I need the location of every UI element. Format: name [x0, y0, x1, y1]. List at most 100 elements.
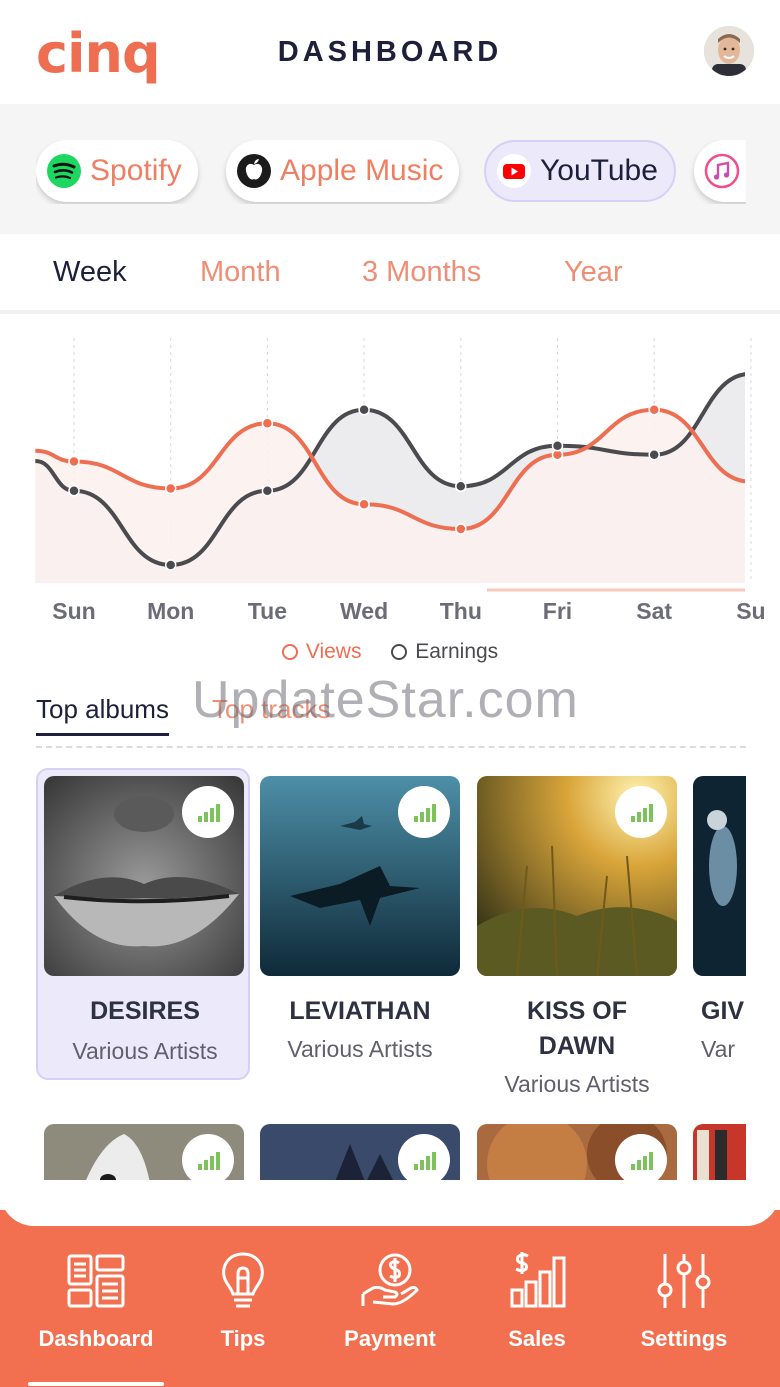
views-point[interactable]: [648, 404, 660, 416]
album-title: KISS OF DAWN: [526, 997, 627, 1060]
x-tick-label: Sun: [52, 598, 95, 624]
tab-top-albums[interactable]: Top albums: [36, 694, 169, 736]
legend-earnings[interactable]: Earnings: [391, 640, 498, 664]
album-card-giv[interactable]: GIV Var: [687, 768, 746, 1080]
x-tick-label: Fri: [543, 598, 572, 624]
user-avatar[interactable]: [704, 26, 754, 76]
album-card-leviathan[interactable]: LEVIATHAN Various Artists: [253, 768, 467, 1080]
album-cover: [260, 1124, 460, 1188]
signal-strength-icon: [615, 786, 667, 838]
albums-grid: DESIRES Various Artists LEVIATHAN Variou…: [36, 768, 746, 1188]
earnings-point[interactable]: [68, 485, 80, 497]
apple-icon: [237, 154, 271, 188]
itunes-icon: [704, 153, 740, 189]
active-nav-indicator: [28, 1382, 164, 1386]
album-cover: [260, 776, 460, 976]
album-cover: [44, 776, 244, 976]
watermark: UpdateStar.com: [192, 671, 579, 729]
payment-icon: [361, 1253, 419, 1306]
legend-earnings-label: Earnings: [415, 640, 499, 663]
bottom-navigation: Dashboard Tips Payment Sales Settings: [0, 1180, 780, 1387]
album-cover: [477, 1124, 677, 1188]
lightbulb-icon: [222, 1252, 264, 1308]
album-cover: [693, 1124, 746, 1188]
legend-views[interactable]: Views: [281, 640, 362, 664]
tab-week[interactable]: Week: [53, 256, 127, 289]
album-card-row2-2[interactable]: [253, 1124, 467, 1188]
nav-label: Dashboard: [38, 1326, 154, 1351]
views-point[interactable]: [455, 523, 467, 535]
signal-strength-icon: [615, 1134, 667, 1186]
views-point[interactable]: [68, 455, 80, 468]
chart-legend: Views Earnings: [0, 640, 780, 666]
earnings-point[interactable]: [164, 559, 177, 571]
views-point[interactable]: [164, 482, 177, 495]
views-point[interactable]: [261, 417, 274, 429]
legend-views-label: Views: [305, 640, 362, 663]
album-title: LEVIATHAN: [289, 997, 431, 1025]
platform-selector: Spotify Apple Music YouTube: [0, 104, 780, 234]
signal-strength-icon: [398, 786, 450, 838]
platform-label: YouTube: [540, 154, 658, 187]
line-chart: Sun Mon Tue Wed Thu Fri Sat Su: [35, 338, 766, 624]
album-title: DESIRES: [90, 997, 200, 1025]
x-tick-label: Tue: [248, 598, 287, 624]
nav-dashboard[interactable]: Dashboard: [21, 1250, 171, 1352]
album-card-kiss-of-dawn[interactable]: KISS OF DAWN Various Artists: [470, 768, 684, 1108]
album-card-row2-4[interactable]: [687, 1124, 746, 1188]
page-title: DASHBOARD: [277, 36, 503, 68]
x-tick-label: Thu: [440, 598, 482, 624]
platform-spotify-chip[interactable]: Spotify: [36, 140, 198, 202]
album-cover: [44, 1124, 244, 1188]
album-card-row2-3[interactable]: [470, 1124, 684, 1188]
nav-tips[interactable]: Tips: [168, 1250, 318, 1352]
views-point[interactable]: [358, 498, 370, 510]
platform-itunes-chip[interactable]: [694, 140, 746, 202]
album-card-row2-1[interactable]: [36, 1124, 250, 1188]
sales-chart-icon: [510, 1252, 566, 1308]
spotify-icon: [47, 154, 81, 188]
app-header: cinq DASHBOARD: [0, 0, 780, 104]
signal-strength-icon: [182, 1134, 234, 1186]
platform-label: Apple Music: [280, 154, 444, 187]
album-cover: [477, 776, 677, 976]
signal-strength-icon: [398, 1134, 450, 1186]
earnings-point[interactable]: [358, 404, 370, 416]
nav-label: Sales: [508, 1326, 566, 1351]
album-cover: [693, 776, 746, 976]
nav-label: Payment: [344, 1326, 436, 1351]
platform-youtube-chip[interactable]: YouTube: [484, 140, 676, 202]
views-earnings-chart: Sun Mon Tue Wed Thu Fri Sat Su: [0, 318, 780, 638]
settings-sliders-icon: [657, 1254, 711, 1308]
x-tick-label: Su: [736, 598, 765, 624]
x-tick-label: Sat: [636, 598, 672, 624]
nav-sales[interactable]: Sales: [462, 1250, 612, 1352]
tab-month[interactable]: Month: [200, 256, 281, 289]
earnings-dot-icon: [391, 644, 408, 660]
nav-label: Settings: [640, 1326, 728, 1351]
earnings-point[interactable]: [648, 449, 660, 461]
nav-label: Tips: [220, 1326, 266, 1351]
youtube-icon: [497, 154, 531, 188]
views-dot-icon: [281, 644, 298, 660]
album-artist: Various Artists: [287, 1036, 433, 1062]
earnings-point[interactable]: [455, 480, 467, 492]
x-tick-label: Mon: [147, 598, 194, 624]
period-tabs: Week Month 3 Months Year: [0, 234, 780, 314]
earnings-point[interactable]: [261, 485, 274, 497]
nav-payment[interactable]: Payment: [315, 1250, 465, 1352]
album-artist: Various Artists: [72, 1038, 218, 1064]
nav-settings[interactable]: Settings: [609, 1250, 759, 1352]
platform-apple-music-chip[interactable]: Apple Music: [226, 140, 460, 202]
album-title: GIV: [701, 997, 745, 1025]
tab-year[interactable]: Year: [564, 256, 623, 289]
signal-strength-icon: [182, 786, 234, 838]
album-card-desires[interactable]: DESIRES Various Artists: [36, 768, 250, 1080]
dashboard-icon: [67, 1254, 125, 1308]
x-tick-label: Wed: [340, 598, 388, 624]
album-artist: Var: [701, 1036, 736, 1062]
tab-3-months[interactable]: 3 Months: [362, 256, 481, 289]
platform-label: Spotify: [90, 154, 182, 187]
earnings-point[interactable]: [551, 440, 564, 452]
album-artist: Various Artists: [504, 1071, 650, 1097]
